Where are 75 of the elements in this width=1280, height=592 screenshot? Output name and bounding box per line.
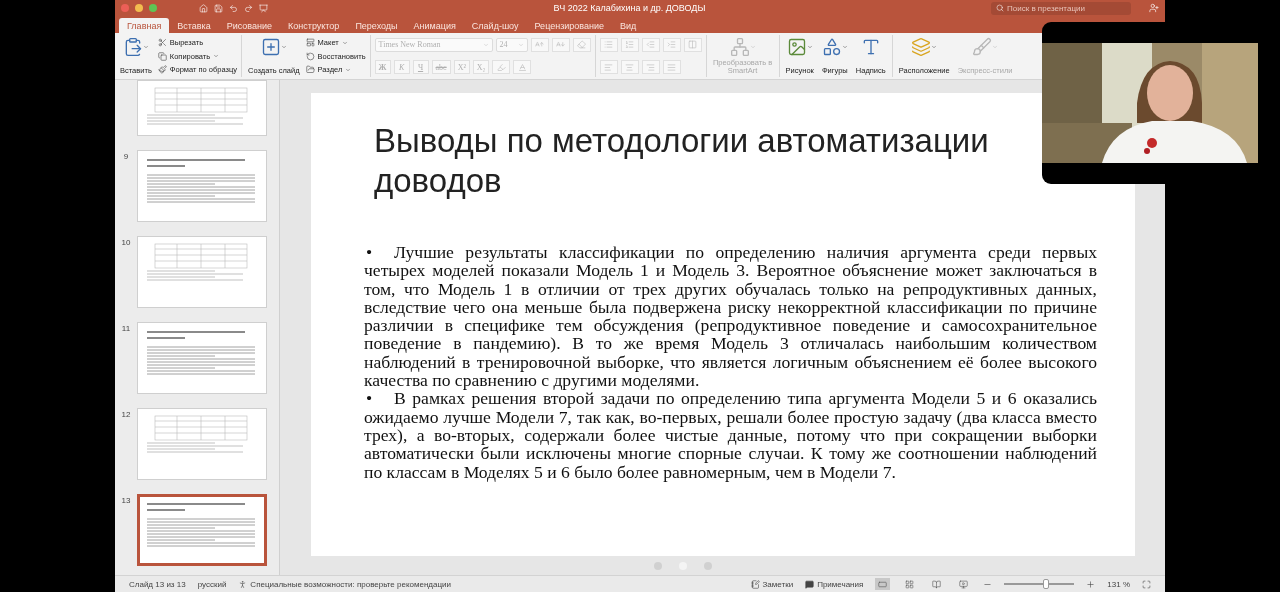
comments-button[interactable]: Примечания [805, 579, 864, 589]
search-field[interactable]: Поиск в презентации [991, 1, 1131, 15]
redo-icon [244, 3, 253, 13]
presentation-icon [259, 3, 268, 13]
fit-button[interactable] [1142, 579, 1151, 589]
reading-view-icon [932, 579, 942, 589]
save-icon [214, 3, 223, 13]
view-button[interactable] [875, 578, 891, 590]
shapes-icon [821, 37, 842, 57]
ribbon-tab[interactable]: Анимация [405, 18, 464, 33]
layers-icon [911, 37, 932, 57]
justify-icon [667, 62, 677, 72]
font-color-icon [517, 62, 527, 72]
scissors-icon [157, 38, 167, 47]
ribbon-tab[interactable]: Главная [119, 18, 170, 33]
notes-button[interactable]: Заметки [750, 579, 794, 589]
ribbon-tab[interactable]: Переходы [347, 18, 406, 33]
numbered-list-icon [625, 40, 635, 50]
zoom-level: 131 % [1107, 579, 1130, 589]
home-icon [199, 3, 208, 13]
align-left-icon [604, 62, 614, 72]
normal-view-icon [878, 579, 888, 589]
share-icon [1149, 3, 1159, 13]
minimize-button[interactable] [135, 4, 143, 12]
increase-indent-icon [667, 40, 677, 50]
smartart-icon [729, 37, 750, 57]
language-button[interactable]: русский [197, 579, 227, 589]
slide-number: 11 [120, 323, 132, 333]
ribbon-tab[interactable]: Рисование [218, 18, 281, 33]
clear-format-icon [577, 40, 587, 50]
decrease-indent-icon [646, 40, 656, 50]
copy-icon [157, 51, 167, 61]
notes-icon [750, 579, 760, 589]
comment-icon [805, 579, 815, 589]
close-button[interactable] [121, 4, 129, 12]
undo-icon [229, 3, 238, 13]
accessibility-button[interactable]: Специальные возможности: проверьте рекомендации [238, 579, 451, 589]
ribbon-tab[interactable]: Рецензирование [526, 18, 612, 33]
align-right-icon [646, 62, 656, 72]
accessibility-icon [238, 579, 248, 589]
highlighter-icon [496, 62, 506, 72]
grow-font-icon [535, 40, 545, 50]
ribbon-tab[interactable]: Вид [612, 18, 645, 33]
ribbon-tab[interactable]: Конструктор [280, 18, 348, 33]
slide-title: Выводы по методологии автоматизации доводов [374, 121, 990, 201]
align-center-icon [625, 62, 635, 72]
shrink-font-icon [556, 40, 566, 50]
grid-view-icon [905, 579, 915, 589]
plus-icon [1086, 579, 1096, 589]
bullet-paragraph: • В рамках решения второй задачи по определению типа аргумента Модели 5 и 6 оказались ожидаемо лучше Модели 7, так как, во-первых, решали более простую задачу (два класса вместо трех), а во-вторых, содержали более чистые данные, потому что при сокращении выборки автоматически были исключены многие спорные случаи. К тому же соотношении наблюдений по классам в Моделях 5 и 6 было более равномерным, чем в Модели 7. [364, 389, 1097, 481]
layout-icon [305, 38, 315, 47]
bulleted-list-icon [604, 40, 614, 50]
slide-number: 12 [120, 409, 132, 419]
slide-number: 10 [120, 237, 132, 247]
slide-counter: Слайд 13 из 13 [129, 579, 186, 589]
slideshow-icon [959, 579, 969, 589]
fit-to-window-icon [1142, 579, 1151, 589]
columns-icon [688, 40, 698, 50]
folder-icon [305, 65, 315, 74]
search-icon [996, 3, 1004, 12]
slider-thumb[interactable] [1043, 579, 1050, 589]
window-title: ВЧ 2022 Калабихина и др. ДОВОДЫ [552, 3, 707, 13]
slide-number: 13 [120, 495, 132, 505]
new-slide-icon [260, 37, 281, 57]
brush-icon [972, 37, 993, 57]
ribbon-tab[interactable]: Слайд-шоу [463, 18, 527, 33]
slide-thumbnail[interactable] [137, 494, 267, 566]
ribbon-tab[interactable]: Вставка [169, 18, 219, 33]
bullet-paragraph: • Лучшие результаты классификации по определению наличия аргумента среди первых четырех моделей показали Модель 1 и Модель 3. Вероятное объяснение может заключаться в том, что Модель 1 в отличии от трех других обучалась только на репродуктивных данных, вследствие чего она меньше была подвержена риску некорректной классификации по причине различии в специфике тем обсуждения (репродуктивное поведение и самосохранительное поведение в пандемию). В то же время Модель 3 отличалась наибольшим количеством наблюдений в тренировочной выборке, что является логичным объяснением её более высокого качества по сравнению с другими моделями. [364, 243, 1097, 390]
maximize-button[interactable] [149, 4, 157, 12]
zoom-in-button[interactable] [1086, 579, 1096, 589]
reset-icon [305, 51, 315, 61]
slide-number: 9 [122, 151, 130, 161]
image-icon [786, 37, 807, 57]
paintbrush-icon [157, 65, 167, 74]
